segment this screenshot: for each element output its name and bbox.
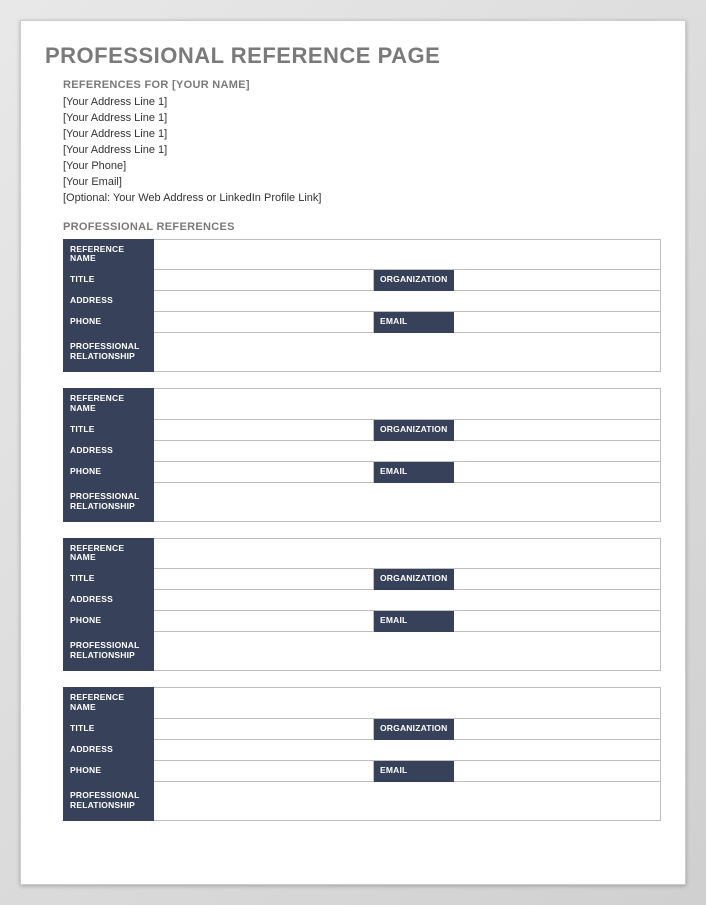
input-professional-relationship[interactable] <box>154 781 661 820</box>
label-phone: PHONE <box>64 760 154 781</box>
input-organization[interactable] <box>454 419 661 440</box>
phone-line: [Your Phone] <box>63 159 661 175</box>
input-address[interactable] <box>154 291 661 312</box>
input-email[interactable] <box>454 312 661 333</box>
input-phone[interactable] <box>154 611 374 632</box>
label-professional-relationship: PROFESSIONAL RELATIONSHIP <box>64 632 154 671</box>
applicant-contact-block: [Your Address Line 1] [Your Address Line… <box>63 95 661 207</box>
label-reference-name: REFERENCE NAME <box>64 239 154 270</box>
input-reference-name[interactable] <box>154 239 661 270</box>
label-address: ADDRESS <box>64 291 154 312</box>
address-line: [Your Address Line 1] <box>63 95 661 111</box>
label-organization: ORGANIZATION <box>374 419 454 440</box>
input-title[interactable] <box>154 569 374 590</box>
label-address: ADDRESS <box>64 590 154 611</box>
label-email: EMAIL <box>374 611 454 632</box>
label-title: TITLE <box>64 270 154 291</box>
input-reference-name[interactable] <box>154 688 661 719</box>
input-professional-relationship[interactable] <box>154 632 661 671</box>
label-title: TITLE <box>64 569 154 590</box>
web-line: [Optional: Your Web Address or LinkedIn … <box>63 191 661 207</box>
input-title[interactable] <box>154 718 374 739</box>
label-phone: PHONE <box>64 611 154 632</box>
label-title: TITLE <box>64 419 154 440</box>
input-address[interactable] <box>154 440 661 461</box>
reference-block: REFERENCE NAME TITLE ORGANIZATION ADDRES… <box>63 388 661 522</box>
input-phone[interactable] <box>154 760 374 781</box>
input-reference-name[interactable] <box>154 389 661 420</box>
label-address: ADDRESS <box>64 739 154 760</box>
professional-references-heading: PROFESSIONAL REFERENCES <box>63 221 661 233</box>
input-title[interactable] <box>154 419 374 440</box>
label-email: EMAIL <box>374 461 454 482</box>
email-line: [Your Email] <box>63 175 661 191</box>
label-reference-name: REFERENCE NAME <box>64 538 154 569</box>
input-professional-relationship[interactable] <box>154 333 661 372</box>
label-organization: ORGANIZATION <box>374 569 454 590</box>
input-phone[interactable] <box>154 312 374 333</box>
reference-block: REFERENCE NAME TITLE ORGANIZATION ADDRES… <box>63 687 661 821</box>
input-reference-name[interactable] <box>154 538 661 569</box>
address-line: [Your Address Line 1] <box>63 127 661 143</box>
label-title: TITLE <box>64 718 154 739</box>
input-address[interactable] <box>154 590 661 611</box>
reference-block: REFERENCE NAME TITLE ORGANIZATION ADDRES… <box>63 538 661 672</box>
address-line: [Your Address Line 1] <box>63 143 661 159</box>
label-phone: PHONE <box>64 461 154 482</box>
input-professional-relationship[interactable] <box>154 482 661 521</box>
input-phone[interactable] <box>154 461 374 482</box>
reference-block: REFERENCE NAME TITLE ORGANIZATION ADDRES… <box>63 239 661 373</box>
label-organization: ORGANIZATION <box>374 718 454 739</box>
references-for-heading: REFERENCES FOR [YOUR NAME] <box>63 79 661 91</box>
label-professional-relationship: PROFESSIONAL RELATIONSHIP <box>64 333 154 372</box>
label-reference-name: REFERENCE NAME <box>64 688 154 719</box>
input-organization[interactable] <box>454 270 661 291</box>
input-organization[interactable] <box>454 569 661 590</box>
input-title[interactable] <box>154 270 374 291</box>
input-address[interactable] <box>154 739 661 760</box>
label-email: EMAIL <box>374 312 454 333</box>
label-email: EMAIL <box>374 760 454 781</box>
input-organization[interactable] <box>454 718 661 739</box>
label-address: ADDRESS <box>64 440 154 461</box>
input-email[interactable] <box>454 760 661 781</box>
label-professional-relationship: PROFESSIONAL RELATIONSHIP <box>64 781 154 820</box>
label-professional-relationship: PROFESSIONAL RELATIONSHIP <box>64 482 154 521</box>
label-reference-name: REFERENCE NAME <box>64 389 154 420</box>
input-email[interactable] <box>454 611 661 632</box>
input-email[interactable] <box>454 461 661 482</box>
address-line: [Your Address Line 1] <box>63 111 661 127</box>
label-organization: ORGANIZATION <box>374 270 454 291</box>
document-page: PROFESSIONAL REFERENCE PAGE REFERENCES F… <box>20 20 686 885</box>
label-phone: PHONE <box>64 312 154 333</box>
page-title: PROFESSIONAL REFERENCE PAGE <box>45 43 661 69</box>
